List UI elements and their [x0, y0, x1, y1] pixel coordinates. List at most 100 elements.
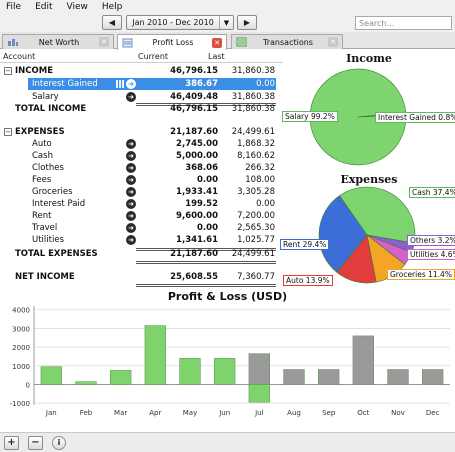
table-row[interactable]: Rent ➜ 9,600.00 7,200.00 [0, 210, 283, 222]
expenses-group-row[interactable]: − EXPENSES 21,187.60 24,499.61 [0, 126, 283, 138]
row-label: Salary [32, 92, 59, 102]
x-tick-label: Jun [218, 409, 230, 417]
bar-oct[interactable] [352, 335, 374, 385]
next-period-button[interactable]: ▶ [237, 15, 257, 30]
table-row[interactable]: Salary ➜ 46,409.48 31,860.38 [0, 91, 283, 103]
row-current: 2,745.00 [176, 139, 218, 149]
bar-aug[interactable] [283, 369, 305, 385]
tab-profit-loss[interactable]: Profit Loss ✕ [117, 34, 227, 50]
table-row[interactable]: Interest Paid ➜ 199.52 0.00 [0, 198, 283, 210]
bar-apr[interactable] [144, 325, 166, 385]
table-row[interactable]: Groceries ➜ 1,933.41 3,305.28 [0, 186, 283, 198]
tab-label: Net Worth [38, 37, 80, 47]
arrow-right-circle-icon[interactable]: ➜ [126, 163, 136, 173]
bar-jan[interactable] [40, 366, 62, 385]
triangle-left-icon: ◀ [108, 18, 116, 27]
arrow-right-circle-icon[interactable]: ➜ [126, 187, 136, 197]
arrow-right-circle-icon[interactable]: ➜ [126, 199, 136, 209]
period-value: Jan 2010 - Dec 2010 [132, 18, 214, 27]
menu-view[interactable]: View [61, 2, 96, 12]
bar-jun[interactable] [214, 358, 236, 385]
tab-net-worth[interactable]: Net Worth ✕ [2, 34, 114, 49]
row-current: 1,933.41 [176, 187, 218, 197]
arrow-right-circle-icon[interactable]: ➜ [126, 92, 136, 102]
total-rule [136, 261, 276, 264]
column-header-current[interactable]: Current [138, 52, 168, 61]
bar-jul[interactable] [248, 353, 270, 385]
pie-charts-panel: Income Salary 99.2% Interest Gained 0.8%… [280, 49, 455, 289]
bar-mar[interactable] [110, 370, 132, 385]
row-last: 7,200.00 [237, 211, 275, 221]
table-row[interactable]: Travel ➜ 0.00 2,565.30 [0, 222, 283, 234]
table-row[interactable]: Auto ➜ 2,745.00 1,868.32 [0, 138, 283, 150]
report-header: Account Current Last [0, 51, 283, 63]
row-last: 31,860.38 [231, 92, 275, 102]
arrow-right-circle-icon[interactable]: ➜ [126, 79, 136, 89]
row-last: 24,499.61 [231, 249, 275, 259]
row-current: 5,000.00 [176, 151, 218, 161]
tab-transactions[interactable]: Transactions ✕ [231, 34, 343, 49]
previous-period-button[interactable]: ◀ [102, 15, 122, 30]
y-tick-label: -1000 [10, 400, 30, 408]
info-button[interactable]: i [52, 436, 66, 450]
remove-button[interactable]: − [28, 436, 43, 450]
pie-label-utilities: Utilities 4.6% [407, 249, 455, 260]
profit-loss-icon [122, 38, 134, 48]
row-current: 9,600.00 [176, 211, 218, 221]
close-icon[interactable]: ✕ [212, 37, 222, 48]
table-row[interactable]: Utilities ➜ 1,341.61 1,025.77 [0, 234, 283, 246]
y-tick-label: 0 [26, 381, 30, 389]
row-label: Cash [32, 151, 53, 161]
arrow-right-circle-icon[interactable]: ➜ [126, 139, 136, 149]
search-input[interactable] [355, 16, 452, 30]
row-current: 0.00 [197, 223, 218, 233]
arrow-right-circle-icon[interactable]: ➜ [126, 151, 136, 161]
y-tick-label: 3000 [12, 325, 30, 333]
chart-title: Profit & Loss (USD) [167, 290, 288, 303]
table-row[interactable]: Clothes ➜ 368.06 266.32 [0, 162, 283, 174]
column-header-last[interactable]: Last [208, 52, 225, 61]
table-row[interactable]: Cash ➜ 5,000.00 8,160.62 [0, 150, 283, 162]
total-income-row: TOTAL INCOME 46,796.15 31,860.38 [0, 103, 283, 115]
column-header-account[interactable]: Account [3, 52, 35, 61]
bar-dec[interactable] [422, 369, 444, 385]
row-label: Clothes [32, 163, 64, 173]
close-icon[interactable]: ✕ [99, 37, 109, 47]
period-select[interactable]: Jan 2010 - Dec 2010 ▼ [126, 15, 234, 30]
row-last: 31,860.38 [231, 66, 275, 76]
arrow-right-circle-icon[interactable]: ➜ [126, 235, 136, 245]
table-row[interactable]: Fees ➜ 0.00 108.00 [0, 174, 283, 186]
row-label: Interest Paid [32, 199, 86, 209]
chevron-down-icon: ▼ [219, 16, 233, 29]
row-current: 21,187.60 [170, 127, 218, 137]
row-current: 46,796.15 [170, 66, 218, 76]
menu-help[interactable]: Help [96, 2, 131, 12]
menu-edit[interactable]: Edit [29, 2, 60, 12]
profit-loss-chart-panel: Profit & Loss (USD) -1000 0 1000 2000 3000 40… [0, 289, 455, 432]
net-income-row: NET INCOME 25,608.55 7,360.77 [0, 271, 283, 283]
row-label: NET INCOME [15, 272, 75, 282]
bar-may[interactable] [179, 358, 201, 385]
arrow-right-circle-icon[interactable]: ➜ [126, 175, 136, 185]
collapse-icon[interactable]: − [4, 128, 12, 136]
menu-file[interactable]: File [0, 2, 29, 12]
income-group-row[interactable]: − INCOME 46,796.15 31,860.38 [0, 65, 283, 77]
row-current: 199.52 [185, 199, 218, 209]
row-label: EXPENSES [15, 127, 65, 137]
row-current: 386.67 [185, 79, 218, 89]
table-row[interactable]: Interest Gained ➜ 386.67 0.00 [0, 78, 283, 90]
close-icon[interactable]: ✕ [328, 37, 338, 47]
bar-sep[interactable] [318, 369, 340, 385]
row-last: 24,499.61 [231, 127, 275, 137]
grid-icon[interactable] [116, 80, 124, 88]
y-tick-label: 2000 [12, 344, 30, 352]
y-tick-label: 4000 [12, 307, 30, 315]
bar-feb[interactable] [75, 381, 97, 385]
bar-negative-jul[interactable] [248, 384, 270, 403]
bar-nov[interactable] [387, 369, 409, 385]
arrow-right-circle-icon[interactable]: ➜ [126, 223, 136, 233]
row-current: 1,341.61 [176, 235, 218, 245]
collapse-icon[interactable]: − [4, 67, 12, 75]
arrow-right-circle-icon[interactable]: ➜ [126, 211, 136, 221]
add-button[interactable]: + [4, 436, 19, 450]
